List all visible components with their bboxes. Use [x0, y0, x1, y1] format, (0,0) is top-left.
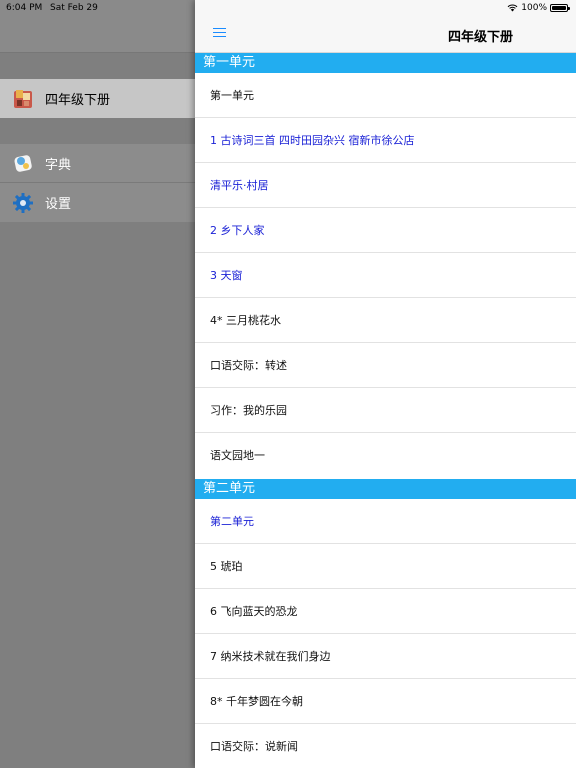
main-panel: 四年级下册 第一单元 第一单元 1 古诗词三首 四时田园杂兴 宿新市徐公店 清平… [195, 0, 576, 768]
list-item[interactable]: 6 飞向蓝天的恐龙 [195, 589, 576, 634]
list-item[interactable]: 2 乡下人家 [195, 208, 576, 253]
sidebar-item-label: 字典 [45, 157, 72, 173]
wifi-icon [507, 4, 518, 12]
list-item[interactable]: 4* 三月桃花水 [195, 298, 576, 343]
list-item[interactable]: 1 古诗词三首 四时田园杂兴 宿新市徐公店 [195, 118, 576, 163]
menu-icon[interactable] [213, 28, 226, 38]
list-item[interactable]: 清平乐·村居 [195, 163, 576, 208]
list-item[interactable]: 7 纳米技术就在我们身边 [195, 634, 576, 679]
status-right: 100% [507, 3, 570, 13]
list-item[interactable]: 第二单元 [195, 499, 576, 544]
status-time: 6:04 PM [6, 3, 43, 13]
sidebar-item-label: 设置 [45, 197, 72, 212]
list-item[interactable]: 第一单元 [195, 73, 576, 118]
battery-icon [550, 4, 570, 12]
list-item[interactable]: 习作：我的乐园 [195, 388, 576, 433]
list-item[interactable]: 3 天窗 [195, 253, 576, 298]
sidebar: 四年级下册 字典 设置 [0, 0, 195, 768]
sidebar-item-dictionary[interactable]: 字典 [0, 144, 195, 183]
section-header-1: 第一单元 [195, 53, 576, 73]
status-date: Sat Feb 29 [50, 3, 98, 13]
list-item[interactable]: 8* 千年梦圆在今朝 [195, 679, 576, 724]
dictionary-icon [11, 151, 35, 175]
list-item[interactable]: 语文园地一 [195, 433, 576, 478]
battery-percent: 100% [521, 3, 547, 13]
list-item[interactable]: 口语交际：说新闻 [195, 724, 576, 768]
status-bar: 6:04 PM Sat Feb 29 100% [0, 0, 576, 16]
sidebar-item-book[interactable]: 四年级下册 [0, 79, 195, 118]
page-title: 四年级下册 [448, 30, 514, 45]
gear-icon [11, 191, 35, 215]
book-icon [11, 87, 35, 111]
list-item[interactable]: 5 琥珀 [195, 544, 576, 589]
section-header-2: 第二单元 [195, 479, 576, 499]
sidebar-item-label: 四年级下册 [45, 93, 111, 108]
sidebar-item-settings[interactable]: 设置 [0, 183, 195, 222]
list-item[interactable]: 口语交际：转述 [195, 343, 576, 388]
